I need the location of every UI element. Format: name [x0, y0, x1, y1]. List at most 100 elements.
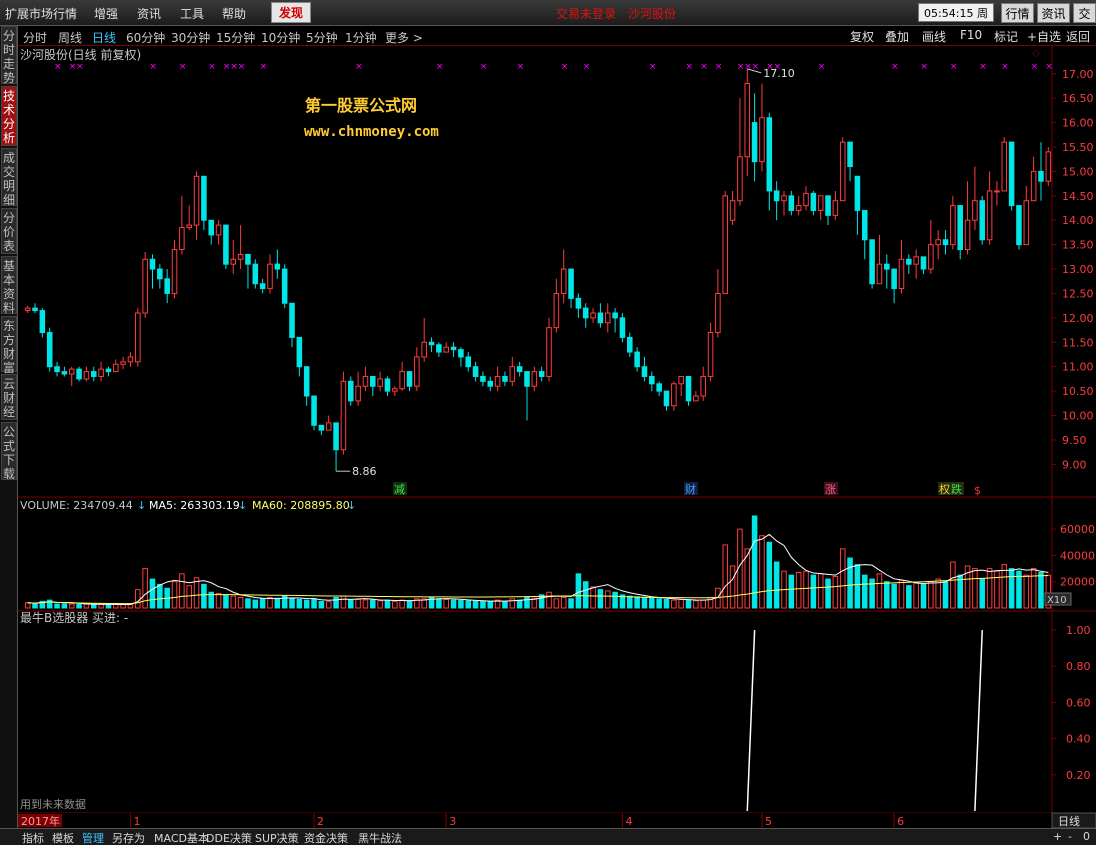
vtab-trade-details[interactable]: 成交明细	[1, 148, 17, 207]
volume-bar	[685, 599, 692, 609]
volume-bar	[854, 564, 861, 609]
month-label: 1	[133, 815, 140, 828]
menu-help[interactable]: 帮助	[222, 5, 246, 22]
period-10min[interactable]: 10分钟	[261, 29, 300, 46]
volume-bar	[788, 574, 795, 609]
vtab-intraday[interactable]: 分时走势	[1, 26, 17, 85]
volume-bar	[46, 599, 53, 609]
zoom-in-button[interactable]: +	[1053, 830, 1062, 843]
candle-body	[634, 351, 640, 368]
price-axis-labels: 17.00 16.50 16.00 15.50 15.00 14.50 14.00 13.50…	[1052, 68, 1094, 471]
btab-fund-decision[interactable]: 资金决策	[304, 830, 348, 845]
event-markers: 减 财 涨 权 跌 $	[393, 482, 981, 497]
candle-body	[781, 195, 787, 202]
candle-body	[370, 375, 376, 387]
volume-label: VOLUME: 234709.44	[20, 499, 133, 512]
volume-multiplier: X10	[1047, 595, 1067, 606]
menu-enhance[interactable]: 增强	[94, 5, 118, 22]
volume-bar	[920, 583, 927, 609]
volume-bar	[906, 585, 912, 609]
f10-button[interactable]: F10	[960, 28, 982, 42]
btab-manage[interactable]: 管理	[82, 830, 104, 845]
event-marker-reduce[interactable]: 减	[394, 483, 405, 496]
diamond-icon[interactable]: ◇	[1032, 48, 1040, 59]
volume-bar	[979, 578, 986, 609]
volume-bar	[729, 565, 736, 609]
mark-button[interactable]: 标记	[994, 28, 1018, 45]
candle-body	[289, 302, 295, 338]
back-button[interactable]: 返回	[1066, 28, 1090, 45]
btab-save-as[interactable]: 另存为	[112, 830, 145, 845]
zoom-reset-button[interactable]: 0	[1083, 830, 1090, 843]
volume-bar	[98, 603, 104, 609]
trade-button[interactable]: 交易	[1073, 3, 1096, 23]
vtab-cloud-finance[interactable]: 云财经	[1, 374, 17, 420]
volume-bar	[913, 582, 919, 609]
btab-dde-decision[interactable]: DDE决策	[206, 830, 252, 845]
menu-news[interactable]: 资讯	[137, 5, 161, 22]
volume-bar	[1030, 568, 1037, 609]
indicator-axis-labels: 1.00 0.80 0.60 0.40 0.20	[1052, 624, 1091, 782]
volume-bar	[340, 595, 347, 609]
btab-black-bull[interactable]: 黑牛战法	[358, 830, 402, 845]
candle-body	[891, 268, 897, 290]
period-intraday[interactable]: 分时	[23, 29, 47, 46]
volume-bar	[751, 515, 758, 609]
event-marker-finance[interactable]: 财	[685, 482, 696, 496]
candle-body	[597, 312, 604, 324]
quote-button[interactable]: 行情	[1001, 3, 1034, 23]
trade-login-status[interactable]: 交易未登录	[556, 5, 616, 22]
menu-tools[interactable]: 工具	[180, 5, 204, 22]
volume-bar	[377, 600, 383, 609]
overlay-button[interactable]: 叠加	[885, 28, 909, 45]
btab-template[interactable]: 模板	[52, 830, 74, 845]
candle-body	[700, 375, 706, 397]
zoom-out-button[interactable]: -	[1068, 830, 1072, 843]
vtab-fundamentals[interactable]: 基本资料	[1, 256, 17, 315]
volume-bar	[318, 600, 325, 609]
volume-bar	[179, 573, 185, 609]
signal-x-marker: ×	[1001, 62, 1009, 72]
period-30min[interactable]: 30分钟	[171, 29, 210, 46]
btab-macd-basic[interactable]: MACD基本	[154, 830, 209, 845]
info-button[interactable]: 资讯	[1037, 3, 1070, 23]
event-marker-dollar[interactable]: $	[974, 484, 981, 497]
draw-line-button[interactable]: 画线	[922, 28, 946, 45]
time-axis-bg	[18, 813, 1096, 828]
menu-extended-market[interactable]: 扩展市场行情	[5, 5, 77, 22]
candle-body	[538, 371, 545, 377]
stock-chart[interactable]: 沙河股份(日线 前复权) 第一股票公式网 www.chnmoney.com × ×…	[18, 46, 1096, 828]
add-favorite-button[interactable]: +自选	[1027, 28, 1061, 45]
price-tick-label: 10.50	[1062, 385, 1094, 398]
candle-body	[509, 366, 516, 382]
btab-indicator[interactable]: 指标	[22, 830, 44, 845]
event-marker-fall[interactable]: 跌	[951, 482, 962, 496]
vtab-price-table[interactable]: 分价表	[1, 208, 17, 254]
period-5min[interactable]: 5分钟	[306, 29, 338, 46]
btab-sup-decision[interactable]: SUP决策	[255, 830, 299, 845]
period-daily[interactable]: 日线	[92, 29, 116, 46]
period-more[interactable]: 更多 >	[385, 29, 423, 46]
discover-button[interactable]: 发现	[271, 2, 311, 23]
vtab-technical-analysis[interactable]: 技术分析	[1, 86, 17, 146]
event-marker-rights[interactable]: 权	[939, 483, 950, 496]
volume-bar	[32, 602, 38, 609]
indicator-title: 最牛B选股器 买进: -	[20, 610, 128, 625]
signal-x-marker: ×	[1045, 62, 1053, 72]
vtab-eastmoney[interactable]: 东方财富	[1, 316, 17, 375]
volume-tick-label: 60000	[1060, 523, 1095, 536]
volume-bar	[986, 568, 993, 609]
candle-body	[274, 263, 281, 270]
signal-x-marker: ×	[208, 62, 216, 72]
vtab-formula-download[interactable]: 公式下载	[1, 422, 17, 481]
period-1min[interactable]: 1分钟	[345, 29, 377, 46]
event-marker-rise[interactable]: 涨	[825, 483, 836, 496]
ma5-down-arrow-icon: ↓	[238, 499, 247, 512]
period-weekly[interactable]: 周线	[58, 29, 82, 46]
period-15min[interactable]: 15分钟	[216, 29, 255, 46]
month-label: 6	[897, 815, 904, 828]
adjust-button[interactable]: 复权	[850, 28, 874, 45]
candle-body	[281, 268, 288, 304]
period-60min[interactable]: 60分钟	[126, 29, 165, 46]
volume-bar	[450, 599, 457, 609]
